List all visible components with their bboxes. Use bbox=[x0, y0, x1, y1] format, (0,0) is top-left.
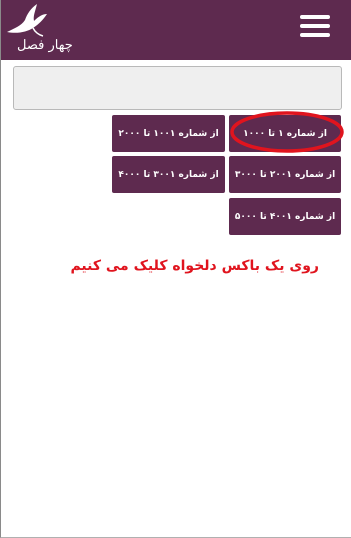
app-frame: چهار فصل از شماره ۱ تا ۱۰۰۰ از شماره ۱۰۰… bbox=[0, 0, 351, 538]
range-button-1-1000[interactable]: از شماره ۱ تا ۱۰۰۰ bbox=[229, 115, 341, 152]
top-bar: چهار فصل bbox=[1, 0, 351, 60]
hamburger-menu-button[interactable] bbox=[295, 10, 335, 42]
range-button-3001-4000[interactable]: از شماره ۳۰۰۱ تا ۴۰۰۰ bbox=[112, 156, 225, 193]
bird-logo-icon bbox=[7, 4, 47, 37]
range-button-1001-2000[interactable]: از شماره ۱۰۰۱ تا ۲۰۰۰ bbox=[112, 115, 225, 152]
app-logo[interactable]: چهار فصل bbox=[3, 2, 73, 58]
instruction-text: روی یک باکس دلخواه کلیک می کنیم bbox=[70, 258, 319, 274]
search-input[interactable] bbox=[13, 66, 342, 110]
range-button-2001-3000[interactable]: از شماره ۲۰۰۱ تا ۳۰۰۰ bbox=[229, 156, 341, 193]
hamburger-menu-icon bbox=[300, 15, 330, 19]
logo-text: چهار فصل bbox=[17, 38, 73, 53]
range-button-4001-5000[interactable]: از شماره ۴۰۰۱ تا ۵۰۰۰ bbox=[229, 198, 341, 235]
